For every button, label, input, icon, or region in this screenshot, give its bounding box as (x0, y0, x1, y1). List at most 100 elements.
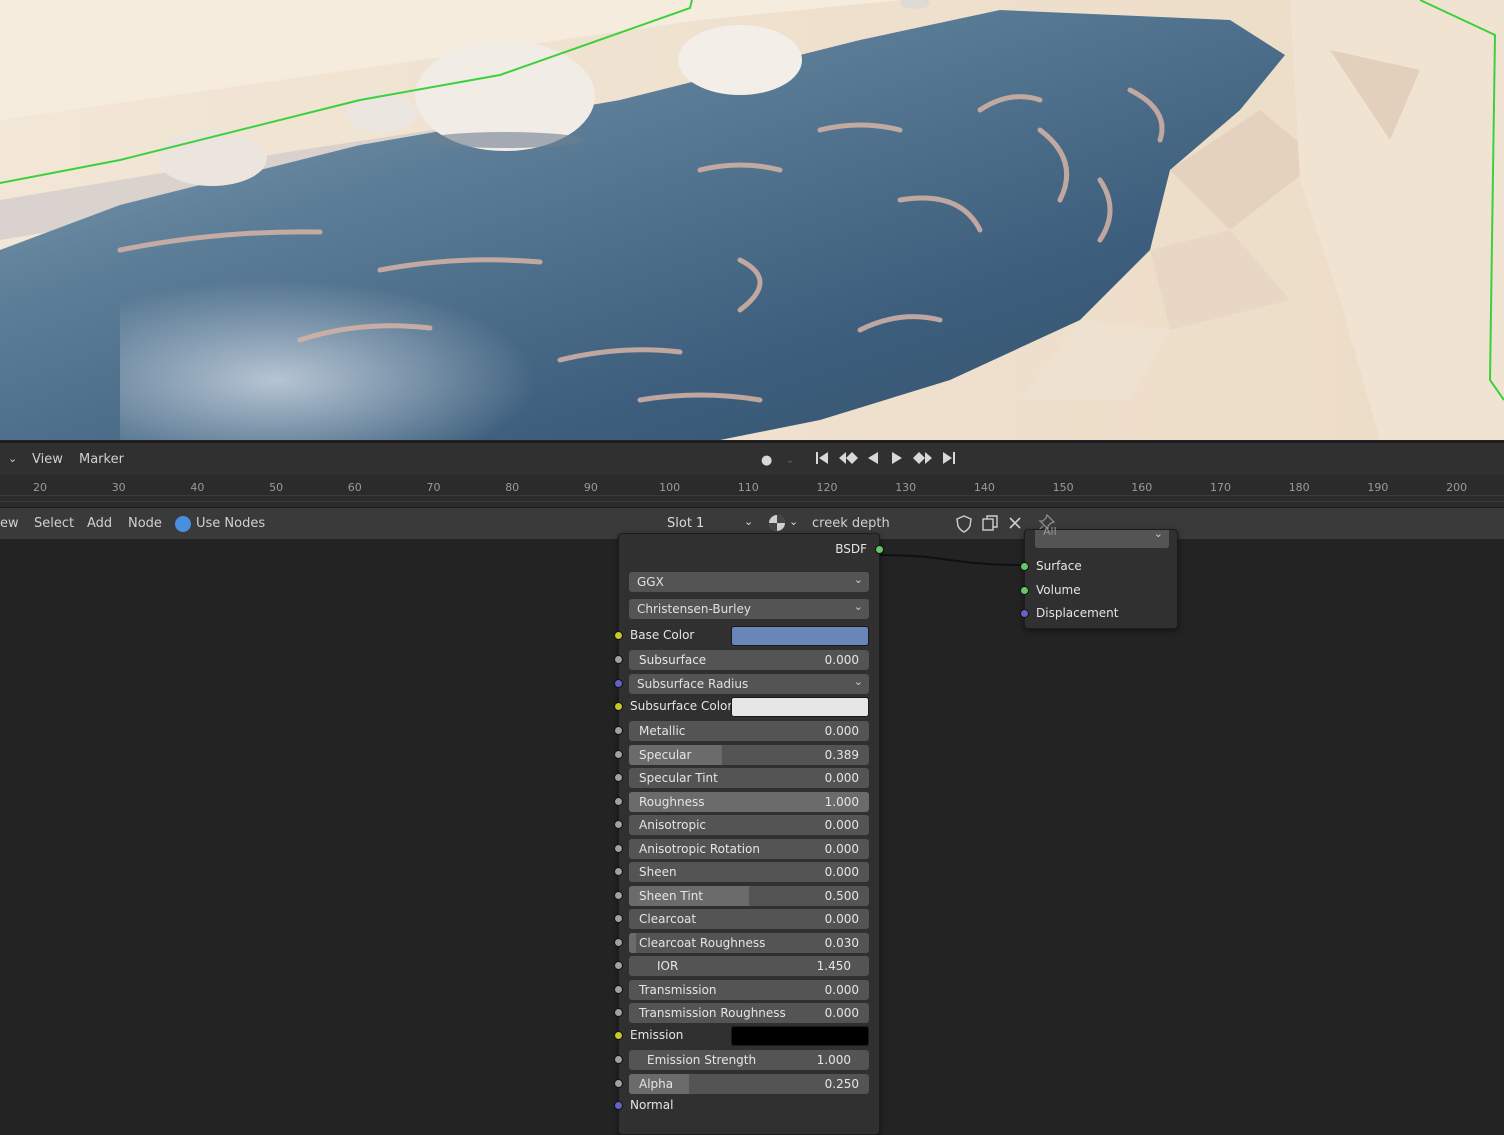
chevron-down-icon: ⌄ (1153, 527, 1163, 540)
shield-icon[interactable] (955, 515, 973, 537)
timeline-menu-marker[interactable]: Marker (79, 452, 124, 467)
node-menu-select[interactable]: Select (34, 516, 74, 531)
subsurface-method-dropdown[interactable]: Christensen-Burley ⌄ (629, 599, 869, 619)
roughness-field[interactable]: Roughness 1.000 (629, 792, 869, 812)
emission-socket[interactable] (614, 1031, 623, 1040)
field-label: Subsurface (639, 653, 707, 667)
subsurface-color-socket[interactable] (614, 702, 623, 711)
ruler-tick-label: 160 (1131, 481, 1153, 494)
alpha-field[interactable]: Alpha 0.250 (629, 1074, 869, 1094)
jump-prev-keyframe-icon[interactable] (838, 451, 858, 468)
copy-icon[interactable] (981, 514, 999, 536)
record-options-chevron-icon[interactable]: ⌄ (786, 453, 794, 468)
jump-next-keyframe-icon[interactable] (913, 451, 933, 468)
property-socket[interactable] (614, 820, 623, 829)
ruler-tick-label: 70 (426, 481, 441, 494)
subsurface-radius-socket[interactable] (614, 679, 623, 688)
property-socket[interactable] (614, 750, 623, 759)
distribution-dropdown[interactable]: GGX ⌄ (629, 572, 869, 592)
timeline-header: ⌄ View Marker ● ⌄ (0, 441, 1504, 475)
principled-bsdf-node[interactable]: BSDF GGX ⌄ Christensen-Burley ⌄ Base Col… (614, 533, 884, 1135)
emission-color-swatch[interactable] (731, 1026, 869, 1046)
ruler-tick-label: 30 (111, 481, 126, 494)
surface-label: Surface (1036, 559, 1082, 573)
subsurface-socket[interactable] (614, 655, 623, 664)
sheen-tint-field[interactable]: Sheen Tint 0.500 (629, 886, 869, 906)
node-menu-view[interactable]: ew (0, 516, 19, 531)
property-socket[interactable] (614, 985, 623, 994)
sheen-field[interactable]: Sheen 0.000 (629, 862, 869, 882)
subsurface-field[interactable]: Subsurface 0.000 (629, 650, 869, 670)
field-value: 1.000 (816, 1053, 851, 1067)
subsurface-color-swatch[interactable] (731, 697, 869, 717)
node-canvas[interactable]: BSDF GGX ⌄ Christensen-Burley ⌄ Base Col… (0, 525, 1504, 1135)
field-value: 0.000 (824, 724, 859, 738)
field-label: IOR (657, 959, 679, 973)
property-socket[interactable] (614, 797, 623, 806)
field-label: Roughness (639, 795, 705, 809)
normal-label: Normal (630, 1098, 674, 1112)
field-label: Sheen (639, 865, 677, 879)
close-icon[interactable] (1008, 516, 1022, 534)
node-menu-add[interactable]: Add (87, 516, 112, 531)
base-color-swatch[interactable] (731, 626, 869, 646)
anisotropic-field[interactable]: Anisotropic 0.000 (629, 815, 869, 835)
field-value: 0.000 (824, 1006, 859, 1020)
material-output-node[interactable]: All ⌄ Surface Volume Displacement (1020, 525, 1178, 629)
property-socket[interactable] (614, 914, 623, 923)
material-name-field[interactable]: creek depth (812, 516, 890, 531)
surface-socket[interactable] (1020, 562, 1029, 571)
jump-to-end-icon[interactable] (942, 451, 956, 468)
timeline-menu-view[interactable]: View (32, 452, 63, 467)
property-socket[interactable] (614, 844, 623, 853)
displacement-socket[interactable] (1020, 609, 1029, 618)
property-socket[interactable] (614, 726, 623, 735)
use-nodes-label: Use Nodes (196, 516, 266, 531)
property-socket[interactable] (614, 891, 623, 900)
ior-field[interactable]: IOR 1.450 (629, 956, 869, 976)
property-socket[interactable] (614, 938, 623, 947)
volume-socket[interactable] (1020, 586, 1029, 595)
transmission-roughness-field[interactable]: Transmission Roughness 0.000 (629, 1003, 869, 1023)
ruler-tick-label: 130 (895, 481, 917, 494)
field-value: 0.000 (824, 983, 859, 997)
clearcoat-field[interactable]: Clearcoat 0.000 (629, 909, 869, 929)
use-nodes-checkbox[interactable] (175, 516, 191, 532)
timeline-ruler[interactable]: 20 30 40 50 60 70 80 90 100 110 120 130 140 150 160 170… (0, 475, 1504, 507)
field-label: Specular Tint (639, 771, 718, 785)
play-icon[interactable] (890, 451, 904, 468)
displacement-label: Displacement (1036, 606, 1119, 620)
field-value: 0.000 (824, 865, 859, 879)
record-icon[interactable]: ● (761, 453, 772, 468)
property-socket[interactable] (614, 1008, 623, 1017)
transmission-field[interactable]: Transmission 0.000 (629, 980, 869, 1000)
metallic-field[interactable]: Metallic 0.000 (629, 721, 869, 741)
slot-label: Slot 1 (667, 516, 705, 531)
3d-viewport[interactable] (0, 0, 1504, 440)
anisotropic-rotation-field[interactable]: Anisotropic Rotation 0.000 (629, 839, 869, 859)
property-socket[interactable] (614, 1079, 623, 1088)
play-reverse-icon[interactable] (866, 451, 880, 468)
jump-to-start-icon[interactable] (815, 451, 829, 468)
field-value: 0.500 (824, 889, 859, 903)
specular-tint-field[interactable]: Specular Tint 0.000 (629, 768, 869, 788)
emission-strength-field[interactable]: Emission Strength 1.000 (629, 1050, 869, 1070)
property-socket[interactable] (614, 961, 623, 970)
base-color-label: Base Color (630, 628, 695, 642)
normal-socket[interactable] (614, 1101, 623, 1110)
specular-field[interactable]: Specular 0.389 (629, 745, 869, 765)
material-browse-chevron-icon: ⌄ (789, 515, 799, 528)
bsdf-output-label: BSDF (835, 542, 867, 556)
field-label: Anisotropic (639, 818, 707, 832)
editor-type-chevron-icon[interactable]: ⌄ (8, 452, 17, 465)
bsdf-output-socket[interactable] (875, 545, 884, 554)
subsurface-radius-dropdown[interactable]: Subsurface Radius ⌄ (629, 674, 869, 694)
clearcoat-roughness-field[interactable]: Clearcoat Roughness 0.030 (629, 933, 869, 953)
slot-dropdown[interactable]: Slot 1 ⌄ (660, 513, 760, 535)
node-menu-node[interactable]: Node (128, 516, 162, 531)
property-socket[interactable] (614, 1055, 623, 1064)
output-target-dropdown[interactable]: All ⌄ (1035, 525, 1169, 548)
base-color-socket[interactable] (614, 631, 623, 640)
property-socket[interactable] (614, 867, 623, 876)
property-socket[interactable] (614, 773, 623, 782)
